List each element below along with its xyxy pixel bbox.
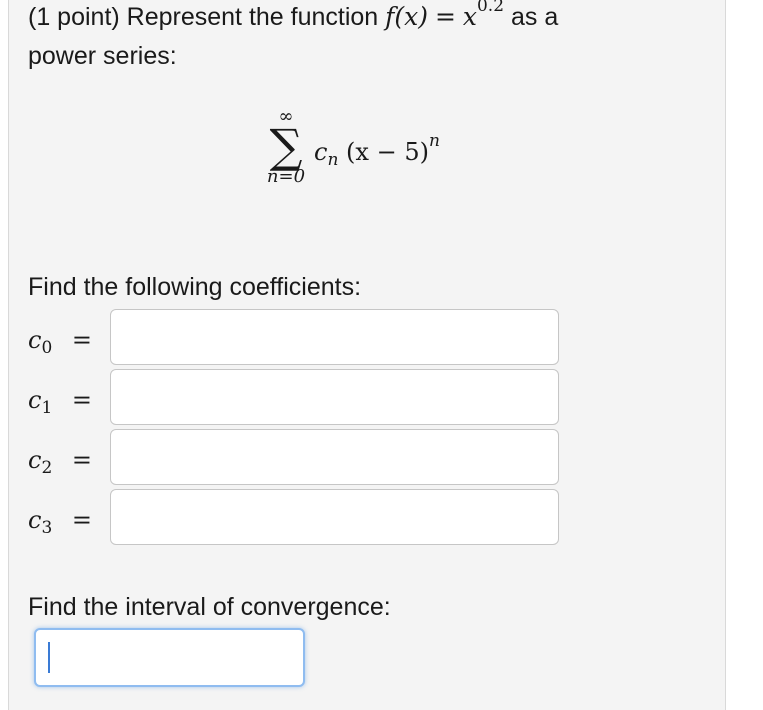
coef-label-3: c3 = bbox=[28, 506, 93, 538]
series-coef: c bbox=[314, 138, 328, 166]
series-term: cn (x − 5)n bbox=[314, 131, 440, 170]
coef-label-0: c0 = bbox=[28, 326, 93, 358]
coef-equals: = bbox=[71, 326, 93, 354]
series-expr: (x − 5) bbox=[346, 138, 429, 166]
summation: ∞ ∑ n=0 bbox=[256, 108, 316, 188]
coef-var: c bbox=[28, 506, 42, 534]
coef-equals: = bbox=[71, 506, 93, 534]
sum-lower-limit: n=0 bbox=[266, 166, 306, 187]
coef-var: c bbox=[28, 326, 42, 354]
c1-input[interactable] bbox=[110, 369, 559, 425]
function-base: x bbox=[462, 2, 477, 31]
coefficients-prompt: Find the following coefficients: bbox=[28, 273, 362, 301]
sigma-symbol: ∑ bbox=[269, 119, 303, 173]
equals-sign: = bbox=[434, 2, 456, 31]
interval-prompt: Find the interval of convergence: bbox=[28, 593, 391, 621]
coef-label-2: c2 = bbox=[28, 446, 93, 478]
interval-input[interactable] bbox=[34, 628, 305, 687]
problem-line-2: power series: bbox=[28, 42, 177, 70]
coef-equals: = bbox=[71, 386, 93, 414]
problem-prefix: (1 point) Represent the function bbox=[28, 3, 386, 31]
coef-sub: 0 bbox=[41, 338, 53, 358]
function-notation: f(x) bbox=[385, 2, 429, 31]
coef-label-1: c1 = bbox=[28, 386, 93, 418]
series-expr-power: n bbox=[428, 131, 440, 151]
text-caret bbox=[48, 642, 50, 673]
c2-input[interactable] bbox=[110, 429, 559, 485]
coef-sub: 3 bbox=[41, 518, 53, 538]
function-exponent: 0.2 bbox=[476, 0, 505, 16]
coef-sub: 2 bbox=[41, 458, 53, 478]
series-coef-sub: n bbox=[327, 150, 339, 170]
problem-suffix: as a bbox=[510, 3, 559, 31]
coef-equals: = bbox=[71, 446, 93, 474]
c0-input[interactable] bbox=[110, 309, 559, 365]
problem-statement: (1 point) Represent the function f(x) = … bbox=[28, 0, 559, 32]
c3-input[interactable] bbox=[110, 489, 559, 545]
coef-sub: 1 bbox=[41, 398, 53, 418]
coef-var: c bbox=[28, 386, 42, 414]
coef-var: c bbox=[28, 446, 42, 474]
